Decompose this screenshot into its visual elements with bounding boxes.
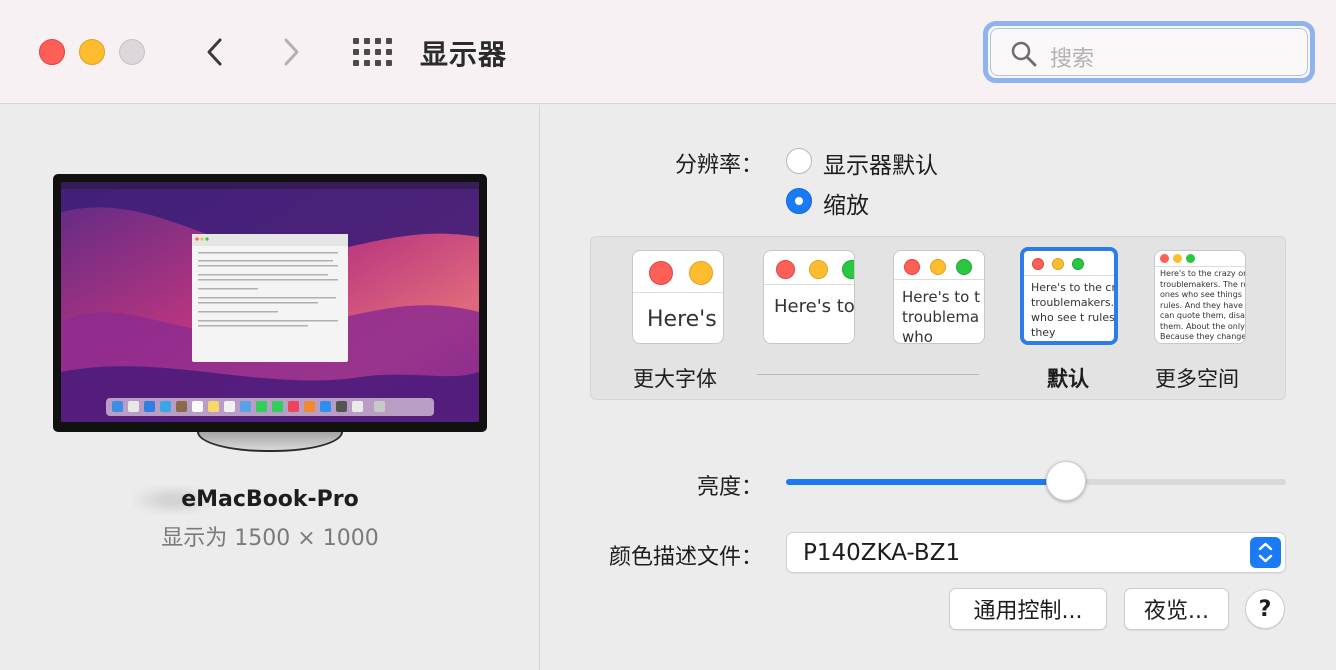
scale-options-box: Here's Here's to troublem Here's to t tr… [590,236,1286,400]
universal-control-button[interactable]: 通用控制... [949,588,1107,630]
resolution-label: 分辨率： [674,153,763,178]
scale-preview-text: Here's to the crazy ones troublemakers. … [1160,269,1246,341]
brightness-fill [786,479,1066,485]
search-field[interactable]: 搜索 [983,21,1315,83]
scale-preview-text: Here's to t troublema ones who [902,288,984,344]
titlebar: 显示器 搜索 [0,0,1336,104]
search-placeholder: 搜索 [1050,47,1095,72]
scale-option-larger-text[interactable]: Here's [632,250,724,344]
scale-preview-text: Here's to the cr troublemakers. ones who… [1031,281,1118,339]
scale-label-more-space: 更多空间 [1155,367,1239,391]
minimize-button[interactable] [79,39,105,65]
display-monitor-image [53,174,487,432]
scale-option-default[interactable]: Here's to the cr troublemakers. ones who… [1020,247,1118,345]
back-button[interactable] [197,34,233,70]
color-profile-popup[interactable]: P140ZKA-BZ1 [786,532,1286,573]
monitor-stand [197,432,343,452]
brightness-slider[interactable] [786,479,1286,485]
night-shift-button[interactable]: 夜览... [1124,588,1229,630]
display-wallpaper [61,182,479,422]
search-icon [1011,41,1037,67]
popup-stepper-icon [1258,542,1273,563]
scale-option-more-space[interactable]: Here's to the crazy ones troublemakers. … [1154,250,1246,344]
scale-option-2[interactable]: Here's to troublem [763,250,855,344]
scale-label-default: 默认 [1047,367,1089,391]
resolution-default-radio[interactable] [786,148,812,174]
resolution-scaled-radio[interactable] [786,188,812,214]
window-title: 显示器 [420,38,508,71]
show-all-button[interactable] [353,38,392,68]
scale-track-line [757,374,979,375]
display-resolution-text: 显示为 1500 × 1000 [161,526,379,551]
display-name: eMacBook-Pro [181,487,359,512]
forward-chevron-icon [284,38,299,66]
scale-label-larger-text: 更大字体 [633,367,717,391]
scale-preview-text: Here's to troublem [774,296,855,317]
back-chevron-icon [207,38,222,66]
display-preferences-window: 显示器 搜索 eMacBook-Pro 显示为 1500 × 1000 分辨率：… [0,0,1336,670]
color-profile-value: P140ZKA-BZ1 [803,540,961,566]
popup-stepper[interactable] [1250,537,1281,568]
forward-button[interactable] [273,34,309,70]
scale-preview-text: Here's [647,307,717,332]
resolution-scaled-label[interactable]: 缩放 [823,186,869,220]
resolution-default-label[interactable]: 显示器默认 [823,146,938,180]
display-settings-pane: 分辨率： 显示器默认 缩放 Here's Here's to troublem [541,105,1336,670]
brightness-label: 亮度： [696,475,763,500]
help-button[interactable]: ? [1245,589,1285,629]
brightness-knob[interactable] [1046,461,1086,501]
display-overview-pane: eMacBook-Pro 显示为 1500 × 1000 [0,105,540,670]
close-button[interactable] [39,39,65,65]
zoom-button [119,39,145,65]
scale-option-3[interactable]: Here's to t troublema ones who [893,250,985,344]
color-profile-label: 颜色描述文件： [608,545,763,570]
